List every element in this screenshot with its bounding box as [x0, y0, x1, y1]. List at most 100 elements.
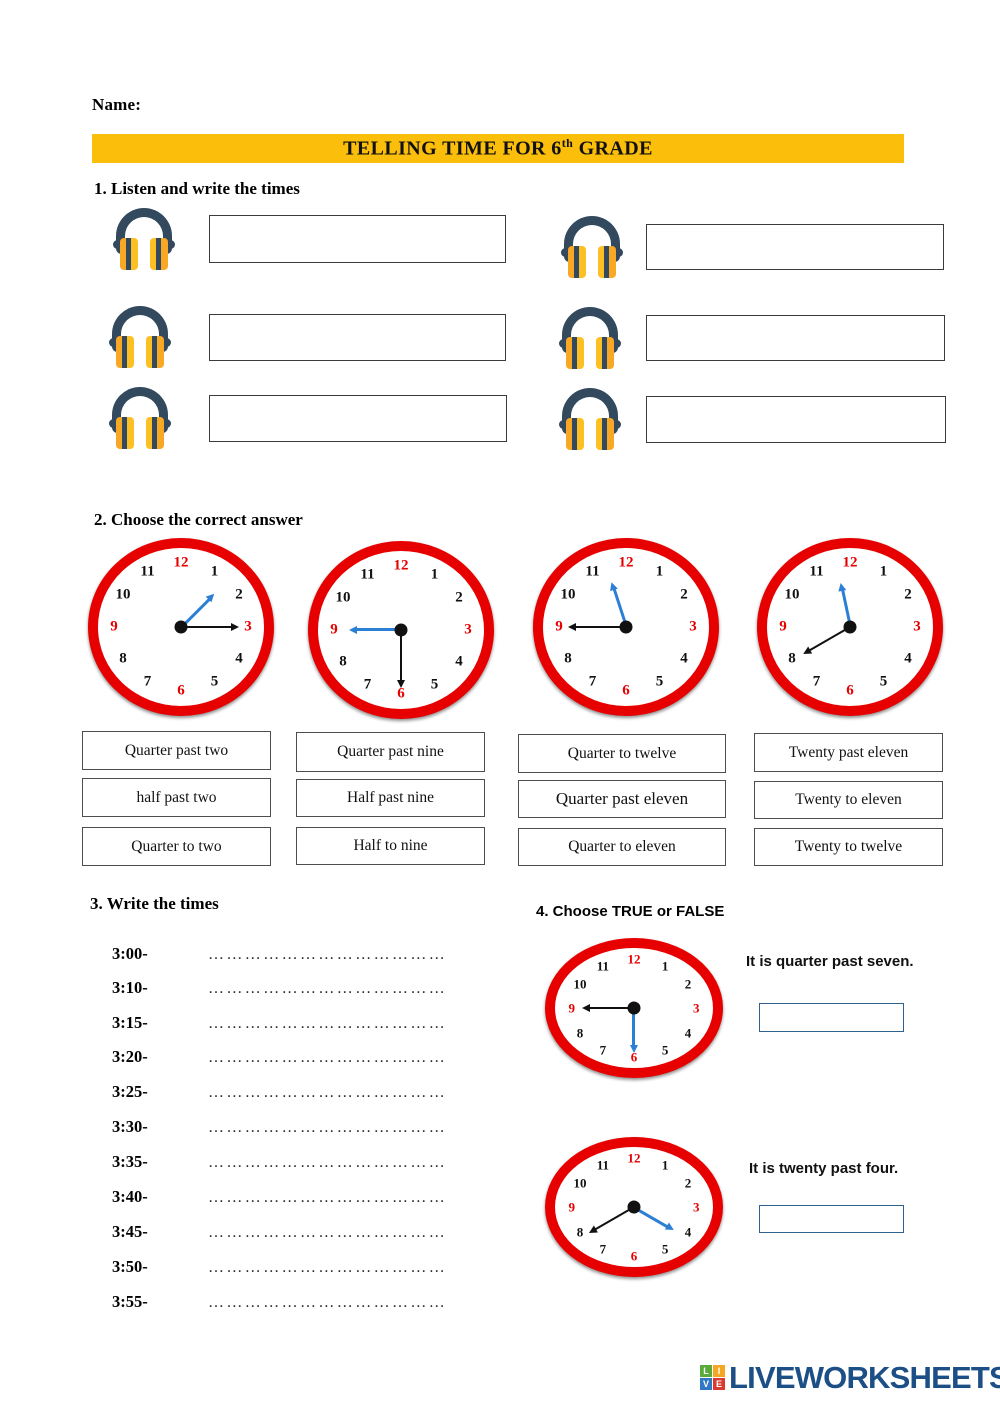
clock-number-11: 11: [585, 563, 600, 579]
clock-number-2: 2: [684, 976, 692, 991]
clock-number-9: 9: [779, 618, 787, 635]
clock-number-10: 10: [784, 586, 800, 603]
clock-number-9: 9: [568, 1000, 575, 1016]
clock-number-1: 1: [210, 563, 219, 579]
worksheet-title-banner: TELLING TIME FOR 6th GRADE: [92, 134, 904, 163]
clock-number-12: 12: [842, 554, 858, 571]
clock-number-1: 1: [655, 563, 664, 579]
time-answer-line[interactable]: …………………………………: [208, 1049, 447, 1067]
clock-number-6: 6: [397, 685, 405, 702]
time-row: 3:45- …………………………………: [112, 1222, 447, 1242]
clock-number-11: 11: [596, 958, 609, 974]
listen-input-4[interactable]: [646, 224, 944, 270]
liveworksheets-logo: LIVE LIVEWORKSHEETS: [700, 1362, 1000, 1393]
time-answer-line[interactable]: …………………………………: [208, 1259, 447, 1277]
time-row: 3:55- …………………………………: [112, 1292, 447, 1312]
listen-row-1: [108, 206, 506, 272]
time-answer-line[interactable]: …………………………………: [208, 1119, 447, 1137]
clock-number-1: 1: [879, 563, 888, 579]
option-g2-1[interactable]: Quarter past nine: [296, 732, 485, 772]
option-g1-2[interactable]: half past two: [82, 778, 271, 817]
time-answer-line[interactable]: …………………………………: [208, 1084, 447, 1102]
time-answer-line[interactable]: …………………………………: [208, 946, 447, 964]
clock-number-3: 3: [913, 618, 921, 635]
clock-number-12: 12: [627, 951, 641, 967]
listen-input-5[interactable]: [646, 315, 945, 361]
clock-number-11: 11: [596, 1157, 609, 1173]
clock-number-7: 7: [599, 1042, 607, 1058]
clock-number-7: 7: [599, 1241, 607, 1257]
time-answer-line[interactable]: …………………………………: [208, 1224, 447, 1242]
clock-center-pin: [627, 1200, 641, 1214]
clock-center-pin: [843, 620, 857, 634]
option-g4-1[interactable]: Twenty past eleven: [754, 733, 943, 772]
option-g3-2[interactable]: Quarter past eleven: [518, 780, 726, 818]
time-answer-line[interactable]: …………………………………: [208, 1154, 447, 1172]
clock-number-7: 7: [588, 673, 597, 690]
headphones-icon: [108, 206, 180, 272]
time-row: 3:50- …………………………………: [112, 1257, 447, 1277]
headphones-icon: [556, 214, 628, 280]
tf-input-2[interactable]: [759, 1205, 904, 1233]
clock-number-2: 2: [680, 586, 688, 603]
logo-tile-i: I: [713, 1365, 725, 1377]
clock-center-pin: [627, 1001, 641, 1015]
clock-3: 1 2 3 4 5 6 7 8 9 10 11 12: [533, 538, 719, 716]
clock-number-4: 4: [680, 650, 688, 667]
clock-number-10: 10: [560, 586, 576, 603]
option-g4-2[interactable]: Twenty to eleven: [754, 781, 943, 819]
clock-number-4: 4: [684, 1025, 692, 1040]
time-row: 3:10- …………………………………: [112, 978, 447, 998]
clock-number-1: 1: [661, 958, 669, 974]
clock-number-12: 12: [173, 554, 189, 571]
listen-input-3[interactable]: [209, 394, 507, 442]
headphones-icon: [104, 385, 176, 451]
listen-row-4: [556, 214, 944, 280]
listen-input-2[interactable]: [209, 313, 506, 361]
option-g3-3[interactable]: Quarter to eleven: [518, 828, 726, 866]
clock-number-5: 5: [430, 676, 439, 693]
clock-number-11: 11: [809, 563, 824, 579]
option-g2-3[interactable]: Half to nine: [296, 827, 485, 865]
option-g3-1[interactable]: Quarter to twelve: [518, 734, 726, 773]
time-row: 3:00- …………………………………: [112, 944, 447, 964]
page-title-tail: GRADE: [573, 137, 653, 160]
listen-input-6[interactable]: [646, 395, 946, 443]
clock-center-pin: [174, 620, 188, 634]
worksheet-page: Name: TELLING TIME FOR 6th GRADE 1. List…: [0, 0, 1000, 1413]
time-answer-line[interactable]: …………………………………: [208, 1189, 447, 1207]
option-g1-3[interactable]: Quarter to two: [82, 827, 271, 866]
time-answer-line[interactable]: …………………………………: [208, 1015, 447, 1033]
clock-number-2: 2: [235, 586, 243, 603]
headphones-icon: [104, 304, 176, 370]
clock-number-3: 3: [693, 1000, 700, 1016]
clock-number-7: 7: [812, 673, 821, 690]
headphones-icon: [554, 305, 626, 371]
time-label: 3:45-: [112, 1222, 148, 1241]
clock-number-5: 5: [661, 1042, 669, 1058]
option-g2-2[interactable]: Half past nine: [296, 779, 485, 817]
page-title-main: TELLING TIME FOR 6: [343, 137, 562, 160]
tf-input-1[interactable]: [759, 1003, 904, 1032]
option-g4-3[interactable]: Twenty to twelve: [754, 828, 943, 866]
clock-number-8: 8: [788, 650, 796, 667]
clock-number-3: 3: [464, 621, 472, 638]
option-g1-1[interactable]: Quarter past two: [82, 731, 271, 770]
clock-number-8: 8: [576, 1224, 584, 1239]
clock-1: 1 2 3 4 5 6 7 8 9 10 11 12: [88, 538, 274, 716]
clock-number-5: 5: [210, 673, 219, 690]
clock-number-7: 7: [143, 673, 152, 690]
time-answer-line[interactable]: …………………………………: [208, 1294, 447, 1312]
time-label: 3:25-: [112, 1082, 148, 1101]
listen-input-1[interactable]: [209, 215, 506, 263]
clock-4: 1 2 3 4 5 6 7 8 9 10 11 12: [757, 538, 943, 716]
clock-number-4: 4: [904, 650, 912, 667]
time-answer-line[interactable]: …………………………………: [208, 980, 447, 998]
clock-number-4: 4: [235, 650, 243, 667]
logo-wordmark: LIVEWORKSHEETS: [729, 1360, 1000, 1395]
listen-row-2: [104, 304, 506, 370]
time-label: 3:20-: [112, 1047, 148, 1066]
time-label: 3:10-: [112, 978, 148, 997]
clock-number-12: 12: [618, 554, 634, 571]
clock-number-9: 9: [568, 1199, 575, 1215]
